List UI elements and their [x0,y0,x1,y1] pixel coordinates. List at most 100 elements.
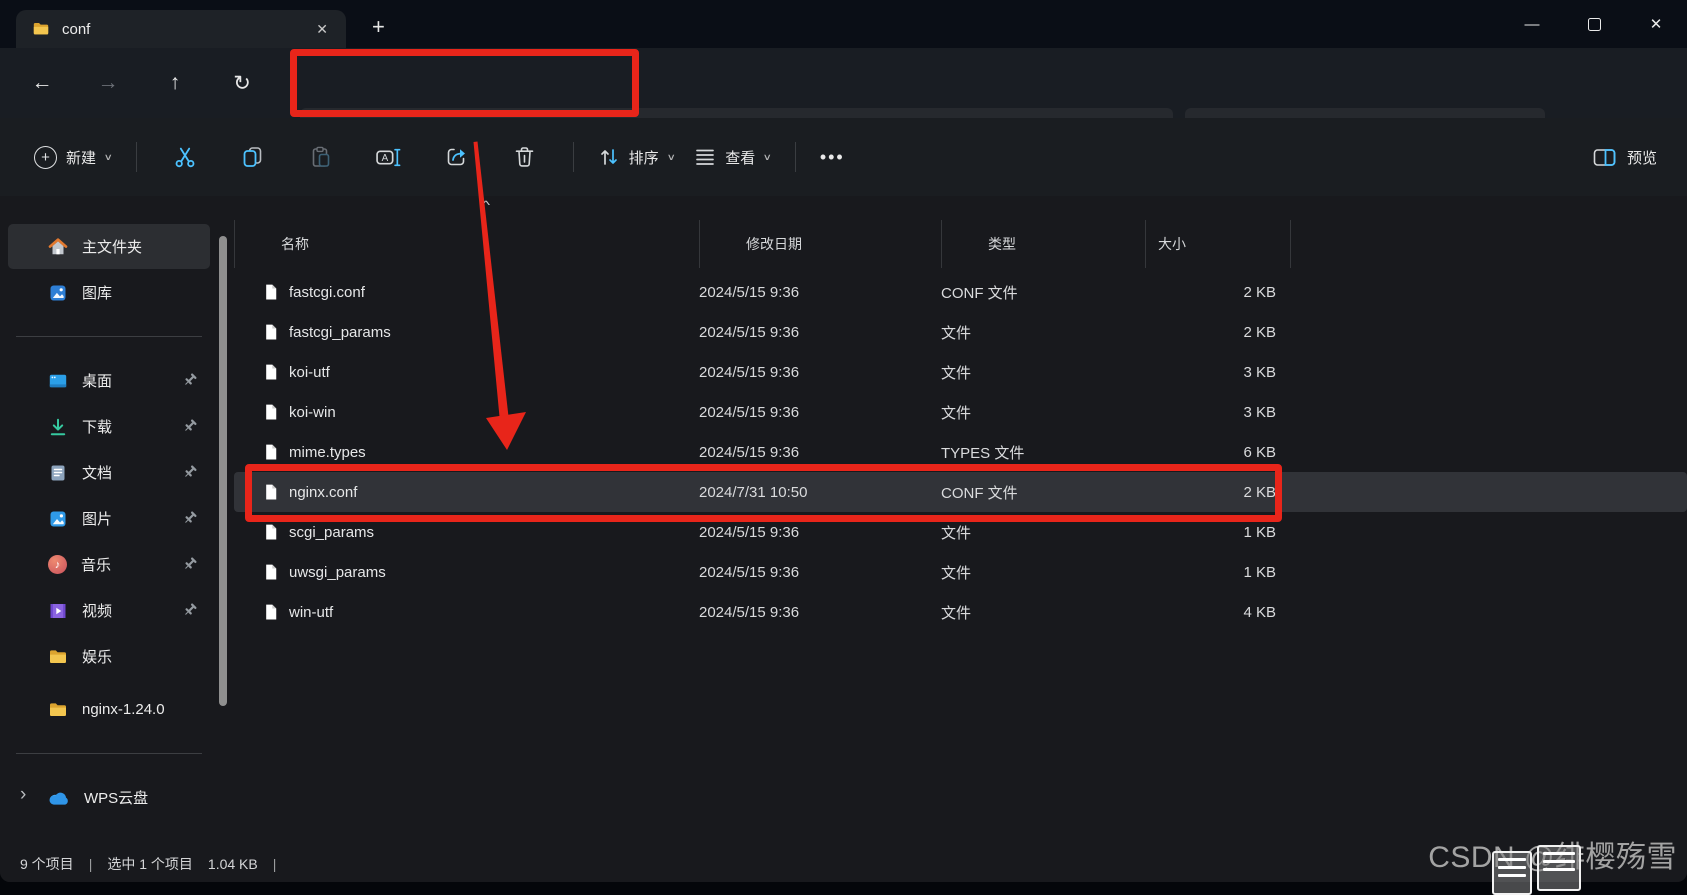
file-size: 3 KB [1145,404,1290,421]
file-name: koi-win [289,404,336,421]
toolbar-divider [573,142,574,172]
table-row[interactable]: win-utf 2024/5/15 9:36 文件 4 KB [234,592,1687,632]
back-button[interactable]: ← [14,48,70,118]
sidebar-item-entertainment[interactable]: 娱乐 [8,634,210,679]
refresh-button[interactable]: ↻ [214,48,270,118]
table-row-selected-nginx-conf[interactable]: nginx.conf 2024/7/31 10:50 CONF 文件 2 KB [234,472,1687,512]
cut-button[interactable] [162,134,208,180]
trash-icon [513,145,536,169]
pin-icon [182,510,198,526]
file-date: 2024/5/15 9:36 [699,364,941,381]
table-row[interactable]: koi-utf 2024/5/15 9:36 文件 3 KB [234,352,1687,392]
file-name: koi-utf [289,364,330,381]
pin-icon [182,372,198,388]
sidebar-item-label: 图片 [82,508,112,529]
sidebar-scrollbar[interactable] [219,236,227,706]
chevron-down-icon: ∨ [763,152,772,163]
table-row[interactable]: scgi_params 2024/5/15 9:36 文件 1 KB [234,512,1687,552]
file-size: 2 KB [1145,484,1290,501]
sidebar-item-documents[interactable]: 文档 [8,450,210,495]
sidebar-item-nginx[interactable]: nginx-1.24.0 [8,687,210,732]
file-size: 3 KB [1145,364,1290,381]
svg-text:A: A [382,153,389,164]
sidebar-item-home[interactable]: 主文件夹 [8,224,210,269]
pin-icon [182,464,198,480]
cloud-icon [48,790,70,806]
sort-button-label: 排序 [629,147,659,168]
command-toolbar: + 新建 ∨ A 排序 ∨ 查看 [0,118,1687,197]
file-name: fastcgi_params [289,324,391,341]
sidebar-item-label: 主文件夹 [82,236,142,257]
column-header-size[interactable]: 大小 [1146,220,1291,268]
file-type: 文件 [941,402,1145,423]
share-button[interactable] [434,134,480,180]
sidebar-item-desktop[interactable]: 桌面 [8,358,210,403]
sidebar-item-music[interactable]: ♪ 音乐 [8,542,210,587]
sidebar-item-label: nginx-1.24.0 [82,701,165,718]
file-name: scgi_params [289,524,374,541]
file-size: 4 KB [1145,604,1290,621]
file-icon [264,363,278,381]
table-row[interactable]: uwsgi_params 2024/5/15 9:36 文件 1 KB [234,552,1687,592]
table-row[interactable]: fastcgi.conf 2024/5/15 9:36 CONF 文件 2 KB [234,272,1687,312]
file-type: TYPES 文件 [941,442,1145,463]
paste-button[interactable] [298,134,344,180]
column-header-name[interactable]: 名称 [235,220,700,268]
rename-icon: A [375,146,402,169]
sidebar-item-videos[interactable]: 视频 [8,588,210,633]
sidebar-item-label: 文档 [82,462,112,483]
preview-pane-icon [1592,146,1617,168]
copy-button[interactable] [230,134,276,180]
new-tab-button[interactable]: + [364,14,393,40]
share-icon [444,145,469,169]
sidebar: 主文件夹 图库 桌面 下载 文档 [0,196,232,846]
maximize-button[interactable] [1563,0,1625,48]
file-date: 2024/7/31 10:50 [699,484,941,501]
videos-icon [48,601,68,621]
documents-icon [48,463,68,483]
sidebar-item-gallery[interactable]: 图库 [8,270,210,315]
chevron-right-icon[interactable]: › [20,784,26,806]
sort-icon [598,146,620,168]
file-type: 文件 [941,602,1145,623]
file-icon [264,323,278,341]
file-date: 2024/5/15 9:36 [699,324,941,341]
sidebar-item-label: 娱乐 [82,646,112,667]
forward-button[interactable]: → [80,48,136,118]
column-header-type[interactable]: 类型 [942,220,1146,268]
file-name: nginx.conf [289,484,357,501]
up-button[interactable]: ↑ [147,48,203,118]
table-row[interactable]: mime.types 2024/5/15 9:36 TYPES 文件 6 KB [234,432,1687,472]
sort-button[interactable]: 排序 ∨ [588,138,685,176]
rename-button[interactable]: A [366,134,412,180]
sidebar-item-downloads[interactable]: 下载 [8,404,210,449]
preview-button[interactable]: 预览 [1592,146,1657,168]
sidebar-divider [16,336,202,337]
toolbar-divider [136,142,137,172]
file-icon [264,483,278,501]
new-button[interactable]: + 新建 ∨ [24,138,122,177]
maximize-icon [1588,18,1601,31]
file-icon [264,443,278,461]
more-options-button[interactable]: ••• [810,147,855,168]
tab-close-button[interactable]: ✕ [310,19,334,40]
minimize-button[interactable]: — [1501,0,1563,48]
sidebar-item-pictures[interactable]: 图片 [8,496,210,541]
view-button[interactable]: 查看 ∨ [684,138,781,176]
selection-count: 选中 1 个项目 [107,854,193,874]
sidebar-item-label: 视频 [82,600,112,621]
home-icon [48,237,68,257]
table-row[interactable]: koi-win 2024/5/15 9:36 文件 3 KB [234,392,1687,432]
downloads-icon [48,417,68,437]
file-date: 2024/5/15 9:36 [699,444,941,461]
close-button[interactable]: ✕ [1625,0,1687,48]
table-row[interactable]: fastcgi_params 2024/5/15 9:36 文件 2 KB [234,312,1687,352]
file-type: 文件 [941,562,1145,583]
delete-button[interactable] [502,134,548,180]
sidebar-item-wps-cloud[interactable]: › WPS云盘 [8,775,210,820]
explorer-tab[interactable]: conf ✕ [16,10,346,48]
column-header-date[interactable]: 修改日期 [700,220,942,268]
plus-circle-icon: + [34,146,57,169]
sidebar-item-label: WPS云盘 [84,787,148,808]
toolbar-divider [795,142,796,172]
